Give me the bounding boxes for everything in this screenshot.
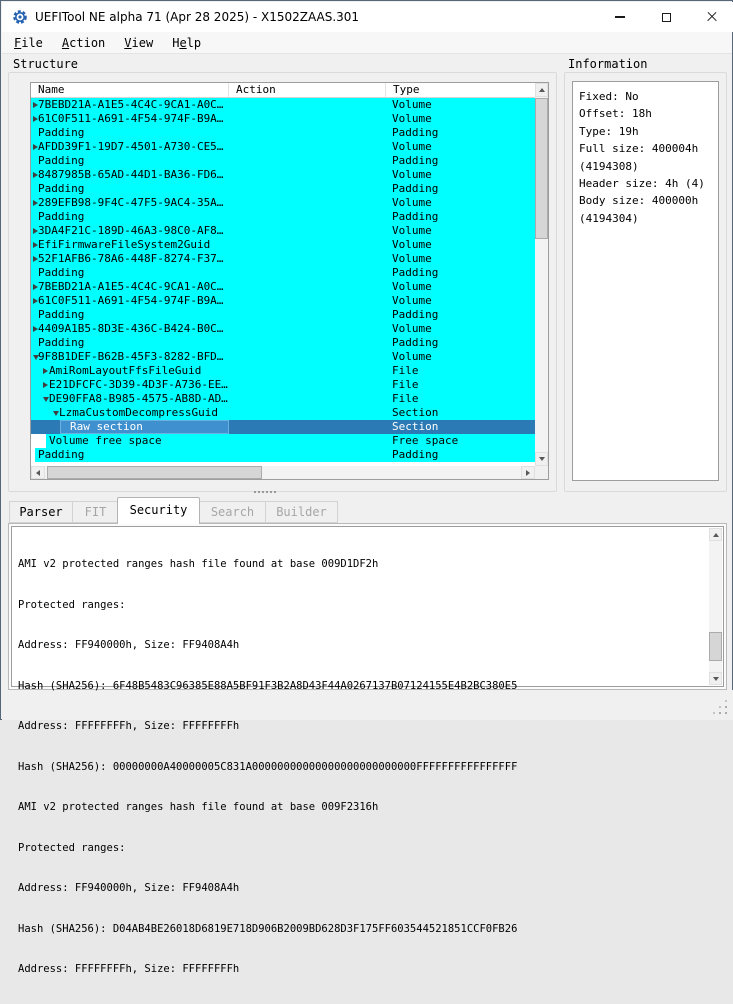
info-line: (4194304) (579, 211, 639, 225)
uefitool-window: UEFITool NE alpha 71 (Apr 28 2025) - X15… (0, 0, 733, 975)
info-line: (4194308) (579, 159, 639, 173)
minimize-icon (615, 16, 625, 18)
up-arrow-icon (538, 88, 545, 92)
tree-row[interactable]: Padding Padding (31, 210, 535, 224)
console-line: Hash (SHA256): 00000000A40000005C831A000… (18, 760, 518, 773)
console-line: Address: FF940000h, Size: FF9408A4h (18, 639, 240, 651)
tree-row[interactable]: 3DA4F21C-189D-46A3-98C0-AF8… Volume (31, 224, 535, 238)
title-bar: UEFITool NE alpha 71 (Apr 28 2025) - X15… (2, 2, 733, 32)
tree-row[interactable]: 4409A1B5-8D3E-436C-B424-B0C… Volume (31, 322, 535, 336)
console-line: Protected ranges: (18, 598, 126, 611)
info-line: Fixed: No (579, 90, 639, 103)
console-scroll-thumb[interactable] (709, 632, 722, 661)
structure-tree: Name Action Type 7BEBD21A-A1E5-4C4C-9CA1… (30, 82, 549, 480)
down-arrow-icon (538, 457, 545, 461)
tree-rows: 7BEBD21A-A1E5-4C4C-9CA1-A0C… Volume 61C0F… (31, 98, 535, 465)
console-line: AMI v2 protected ranges hash file found … (18, 558, 379, 570)
maximize-button[interactable] (645, 2, 687, 32)
menu-view[interactable]: View (119, 34, 158, 52)
tree-row[interactable]: AFDD39F1-19D7-4501-A730-CE5… Volume (31, 140, 535, 154)
console-vertical-scrollbar (709, 528, 722, 685)
console-line: Address: FFFFFFFFh, Size: FFFFFFFFh (18, 720, 240, 732)
info-line: Type: 19h (579, 124, 639, 138)
scroll-down-button[interactable] (535, 452, 548, 466)
right-arrow-icon (526, 469, 530, 476)
tree-row[interactable]: Padding Padding (31, 266, 535, 280)
column-header-type[interactable]: Type (386, 83, 535, 97)
scroll-down-button[interactable] (709, 672, 722, 685)
information-panel[interactable]: Fixed: No Offset: 18h Type: 19h Full siz… (572, 81, 719, 481)
close-icon (706, 11, 718, 23)
console-line: AMI v2 protected ranges hash file found … (18, 801, 379, 813)
tab-parser[interactable]: Parser (9, 501, 73, 523)
console-line: Address: FFFFFFFFh, Size: FFFFFFFFh (18, 963, 240, 975)
column-header-action[interactable]: Action (229, 83, 386, 97)
tree-row[interactable]: Padding Padding (31, 448, 535, 462)
tree-row[interactable]: Padding Padding (31, 126, 535, 140)
console-line: Protected ranges: (18, 841, 126, 854)
info-line: Offset: 18h (579, 107, 652, 121)
security-console[interactable]: AMI v2 protected ranges hash file found … (11, 526, 724, 975)
tree-row[interactable]: LzmaCustomDecompressGuid Section (31, 406, 535, 420)
tree-row[interactable]: DE90FFA8-B985-4575-AB8D-AD… File (31, 392, 535, 406)
down-arrow-icon (712, 676, 719, 681)
column-header-name[interactable]: Name (31, 83, 229, 97)
scroll-up-button[interactable] (709, 528, 722, 541)
resize-grip[interactable] (725, 712, 727, 714)
tree-row[interactable]: 52F1AFB6-78A6-448F-8274-F37… Volume (31, 252, 535, 266)
tab-security[interactable]: Security (117, 497, 200, 524)
tree-row-selected[interactable]: Raw section Section (31, 420, 535, 434)
tree-row[interactable]: 7BEBD21A-A1E5-4C4C-9CA1-A0C… Volume (31, 280, 535, 294)
structure-group-label: Structure (13, 57, 79, 71)
tree-row[interactable]: 61C0F511-A691-4F54-974F-B9A… Volume (31, 294, 535, 308)
tree-horizontal-scrollbar (31, 466, 535, 479)
tree-row[interactable]: 8487985B-65AD-44D1-BA36-FD6… Volume (31, 168, 535, 182)
console-line: Hash (SHA256): D04AB4BE26018D6819E718D90… (18, 922, 518, 935)
tree-row[interactable]: 7BEBD21A-A1E5-4C4C-9CA1-A0C… Volume (31, 98, 535, 112)
scroll-right-button[interactable] (521, 466, 535, 479)
tree-row[interactable]: 61C0F511-A691-4F54-974F-B9A… Volume (31, 112, 535, 126)
menu-bar: File Action View Help (2, 32, 732, 54)
expand-arrow-icon[interactable] (43, 381, 48, 388)
tree-row[interactable]: Padding Padding (31, 182, 535, 196)
horizontal-scroll-thumb[interactable] (47, 466, 262, 479)
tree-row[interactable]: Padding Padding (31, 308, 535, 322)
scroll-up-button[interactable] (535, 83, 548, 97)
tree-row[interactable]: AmiRomLayoutFfsFileGuid File (31, 364, 535, 378)
info-line: Header size: 4h (4) (579, 177, 705, 191)
tree-vertical-scrollbar (535, 83, 548, 466)
tree-row[interactable]: Volume free space Free space (31, 434, 535, 448)
expand-arrow-icon[interactable] (43, 367, 48, 374)
minimize-button[interactable] (599, 2, 641, 32)
menu-help[interactable]: Help (167, 34, 206, 52)
left-arrow-icon (36, 469, 40, 476)
info-line: Full size: 400004h (579, 142, 699, 156)
information-group-label: Information (568, 57, 648, 71)
tree-row[interactable]: 9F8B1DEF-B62B-45F3-8282-BFD… Volume (31, 350, 535, 364)
menu-action[interactable]: Action (57, 34, 110, 52)
up-arrow-icon (712, 532, 719, 537)
window-title: UEFITool NE alpha 71 (Apr 28 2025) - X15… (35, 10, 360, 24)
vertical-scroll-thumb[interactable] (535, 98, 548, 239)
menu-file[interactable]: File (9, 34, 48, 52)
scroll-left-button[interactable] (31, 466, 45, 479)
tab-builder: Builder (265, 501, 338, 523)
scrollbar-corner (535, 466, 548, 479)
tree-row[interactable]: E21DFCFC-3D39-4D3F-A736-EE… File (31, 378, 535, 392)
close-button[interactable] (691, 2, 733, 32)
maximize-icon (661, 12, 671, 22)
tab-search: Search (199, 501, 266, 523)
info-line: Body size: 400000h (579, 194, 699, 208)
tree-header: Name Action Type (31, 83, 535, 98)
tree-row[interactable]: Padding Padding (31, 336, 535, 350)
console-line: Address: FF940000h, Size: FF9408A4h (18, 882, 240, 894)
console-text: AMI v2 protected ranges hash file found … (18, 531, 706, 1004)
tab-fit: FIT (72, 501, 119, 523)
app-gear-icon (12, 9, 28, 25)
splitter-handle[interactable] (254, 491, 256, 493)
tree-row[interactable]: 289EFB98-9F4C-47F5-9AC4-35A… Volume (31, 196, 535, 210)
tree-row[interactable]: EfiFirmwareFileSystem2Guid Volume (31, 238, 535, 252)
tree-row[interactable]: Padding Padding (31, 154, 535, 168)
console-line: Hash (SHA256): 6F48B5483C96385E88A5BF91F… (18, 679, 518, 692)
